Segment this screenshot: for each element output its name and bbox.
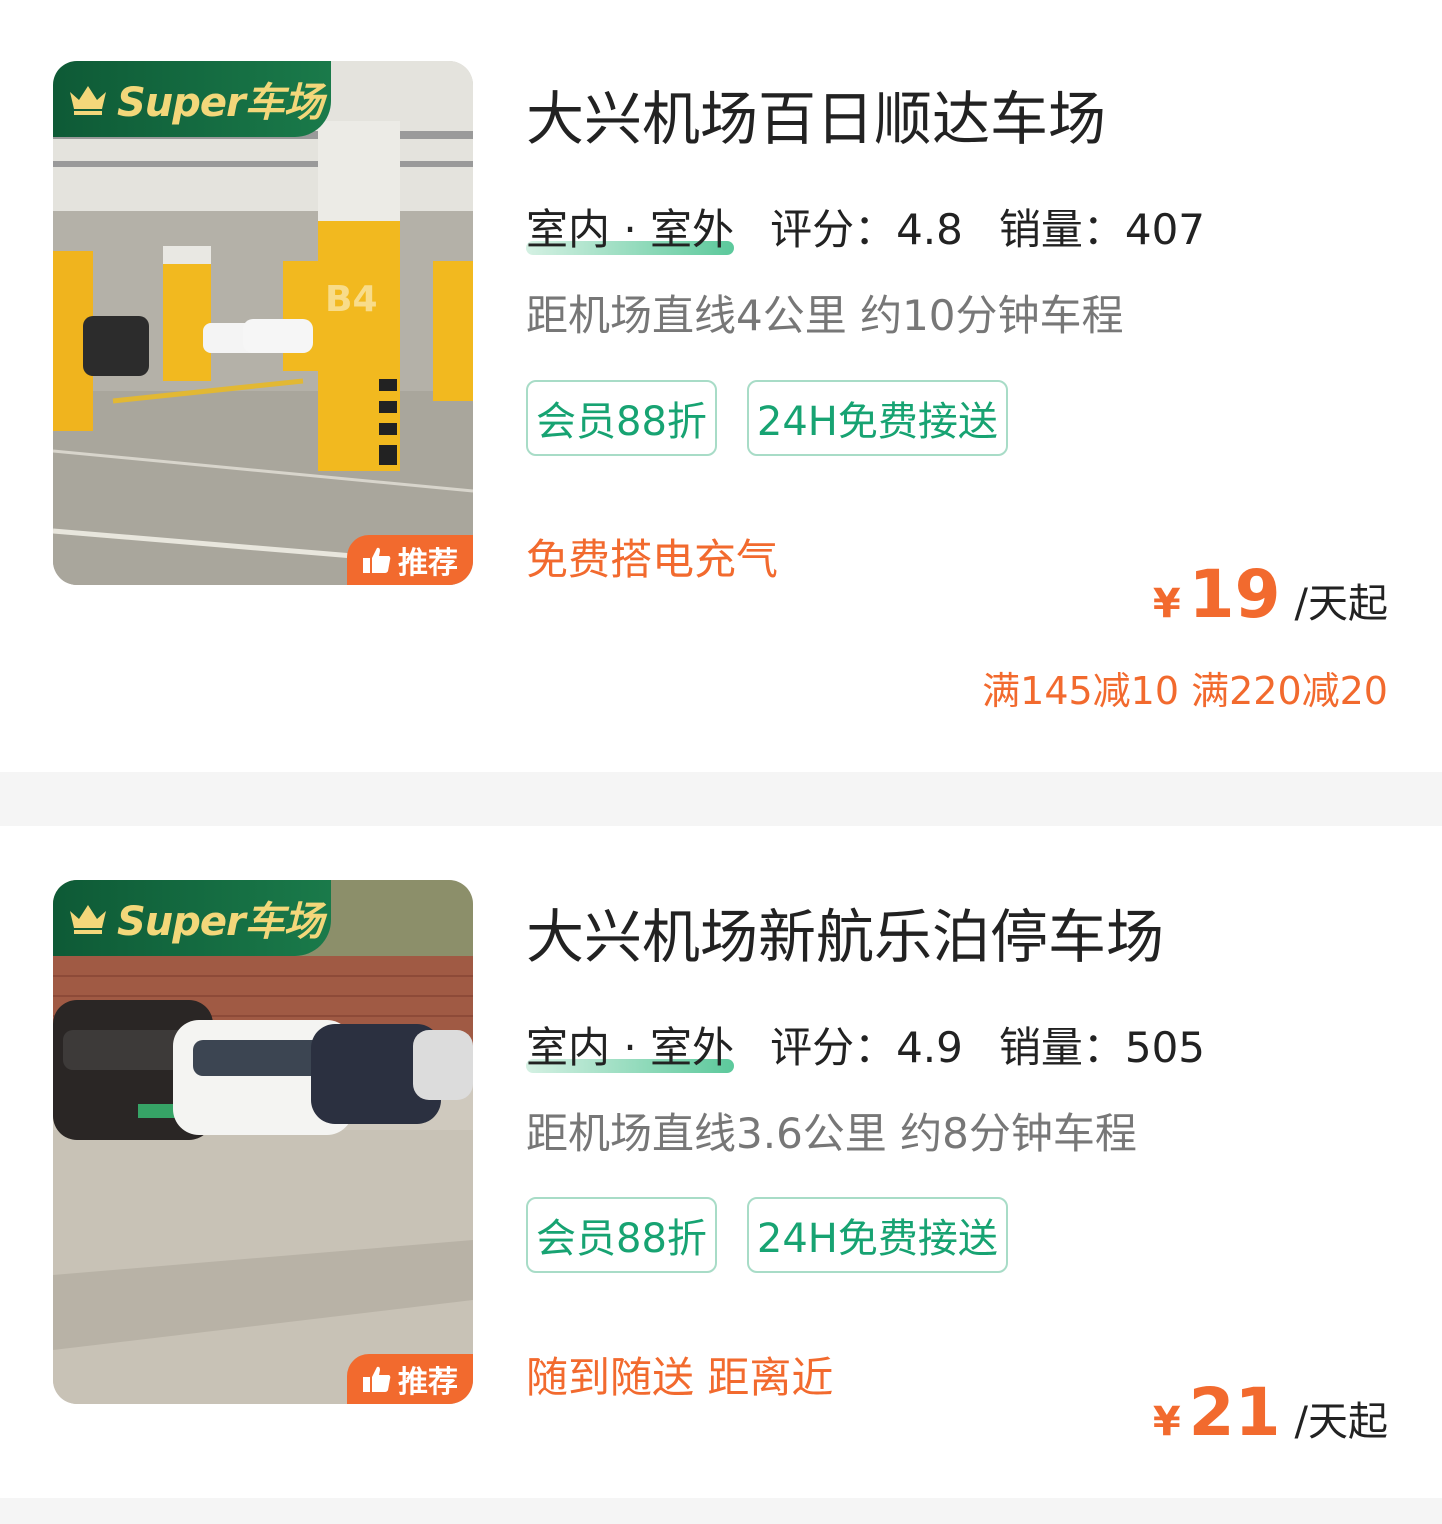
underground-parking-photo: B4	[53, 61, 473, 585]
tag-shuttle: 24H免费接送	[746, 380, 1008, 456]
parking-lot-title[interactable]: 大兴机场新航乐泊停车场	[526, 890, 1164, 974]
service-highlight: 随到随送 距离近	[526, 1353, 834, 1402]
tag-list: 会员88折 24H免费接送	[526, 380, 1038, 456]
tag-list: 会员88折 24H免费接送	[526, 1197, 1038, 1273]
sales-count: 销量：407	[998, 205, 1206, 254]
parking-lot-card[interactable]: B4 Super车场 推荐 大兴机场百日顺达车场 室内 · 室外 评分：4.8 …	[0, 0, 1442, 772]
currency-symbol: ¥	[1152, 1399, 1181, 1445]
price: ¥ 19 /天起	[1153, 556, 1388, 633]
parking-type-label: 室内 · 室外	[526, 205, 735, 254]
thumbs-up-icon	[363, 1366, 391, 1392]
sales-count: 销量：505	[998, 1023, 1206, 1072]
recommend-label: 推荐	[398, 546, 458, 581]
parking-photo[interactable]: Super车场 推荐	[53, 880, 473, 1404]
meta-row: 室内 · 室外 评分：4.8 销量：407	[526, 196, 1241, 257]
price-amount: 21	[1188, 1374, 1281, 1451]
service-highlight: 免费搭电充气	[526, 535, 779, 584]
tag-shuttle: 24H免费接送	[746, 1197, 1008, 1273]
price-unit: /天起	[1294, 1399, 1388, 1445]
meta-row: 室内 · 室外 评分：4.9 销量：505	[526, 1014, 1241, 1075]
parking-type: 室内 · 室外	[526, 1014, 735, 1075]
parking-lot-card[interactable]: Super车场 推荐 大兴机场新航乐泊停车场 室内 · 室外 评分：4.9 销量…	[0, 826, 1442, 1498]
parking-lot-title[interactable]: 大兴机场百日顺达车场	[526, 72, 1106, 156]
super-badge-label: Super车场	[117, 899, 324, 945]
recommend-label: 推荐	[398, 1365, 458, 1400]
parking-photo[interactable]: B4 Super车场 推荐	[53, 61, 473, 585]
crown-icon	[70, 86, 106, 115]
svg-text:B4: B4	[325, 279, 378, 320]
rating: 评分：4.8	[770, 205, 963, 254]
discount-info: 满145减10 满220减20	[982, 669, 1388, 713]
tag-member-discount: 会员88折	[526, 380, 717, 456]
price-unit: /天起	[1294, 581, 1388, 627]
super-badge-label: Super车场	[117, 80, 324, 126]
recommend-badge: 推荐	[347, 535, 473, 585]
price-amount: 19	[1188, 556, 1281, 633]
parking-type: 室内 · 室外	[526, 196, 735, 257]
super-parking-badge: Super车场	[53, 880, 331, 956]
outdoor-parking-photo	[53, 880, 473, 1404]
price: ¥ 21 /天起	[1153, 1374, 1388, 1451]
distance-info: 距机场直线3.6公里 约8分钟车程	[526, 1109, 1137, 1158]
rating: 评分：4.9	[770, 1023, 963, 1072]
crown-icon	[70, 905, 106, 934]
recommend-badge: 推荐	[347, 1354, 473, 1404]
currency-symbol: ¥	[1152, 581, 1181, 627]
parking-type-label: 室内 · 室外	[526, 1023, 735, 1072]
distance-info: 距机场直线4公里 约10分钟车程	[526, 291, 1124, 340]
thumbs-up-icon	[363, 547, 391, 573]
tag-member-discount: 会员88折	[526, 1197, 717, 1273]
super-parking-badge: Super车场	[53, 61, 331, 137]
